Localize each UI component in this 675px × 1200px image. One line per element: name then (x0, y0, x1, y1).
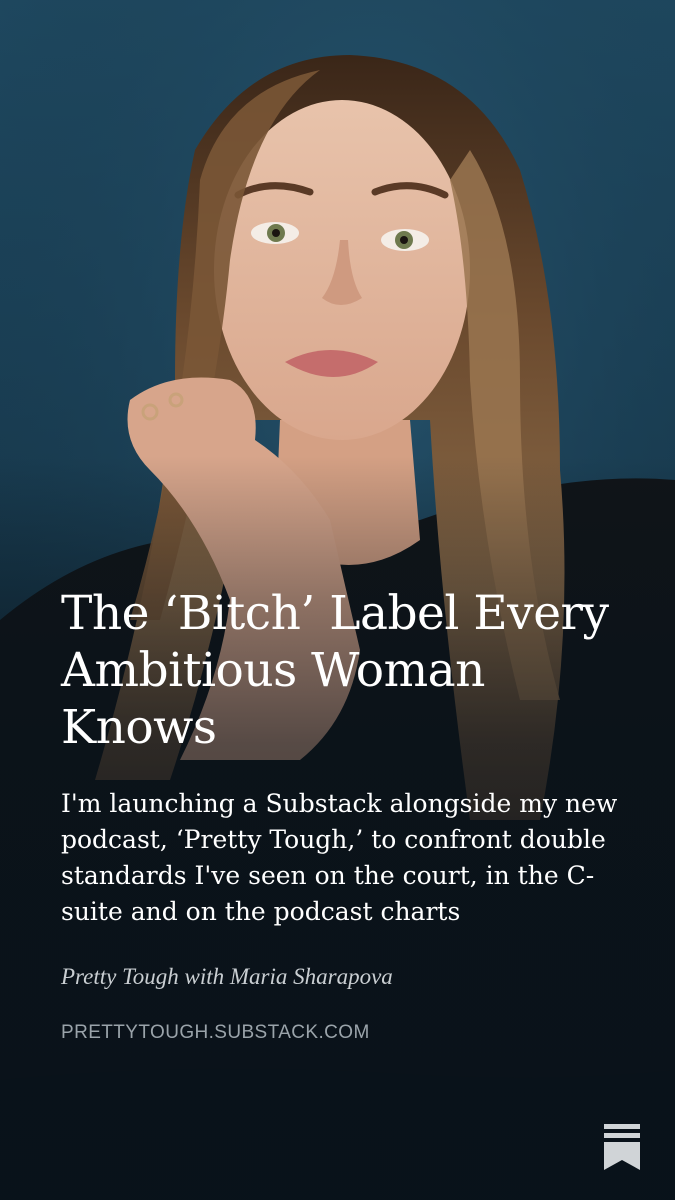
post-text-block: The ‘Bitch’ Label Every Ambitious Woman … (61, 585, 631, 1044)
publication-name[interactable]: Pretty Tough with Maria Sharapova (61, 962, 631, 992)
post-title[interactable]: The ‘Bitch’ Label Every Ambitious Woman … (61, 585, 631, 756)
post-subtitle: I'm launching a Substack alongside my ne… (61, 789, 618, 926)
substack-logo-icon[interactable] (604, 1124, 640, 1170)
publication-domain[interactable]: PRETTYTOUGH.SUBSTACK.COM (61, 1022, 631, 1044)
post-share-card[interactable]: The ‘Bitch’ Label Every Ambitious Woman … (0, 0, 675, 1200)
